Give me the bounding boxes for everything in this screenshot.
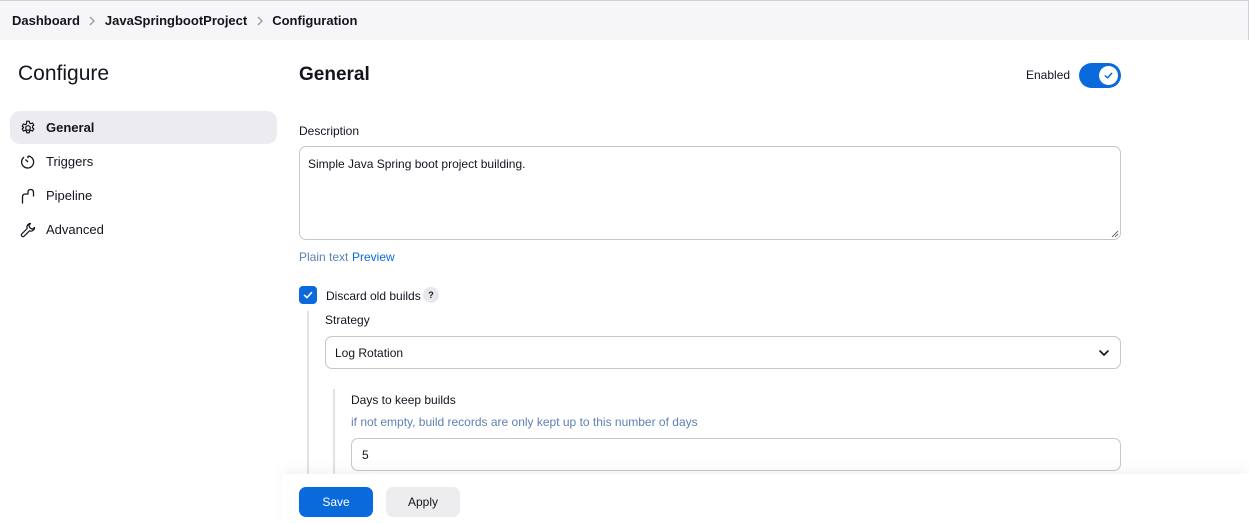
sidebar-item-advanced[interactable]: Advanced (10, 213, 277, 246)
timer-icon (20, 154, 36, 170)
sidebar-item-triggers[interactable]: Triggers (10, 145, 277, 178)
days-to-keep-input[interactable] (351, 438, 1121, 471)
days-to-keep-hint: if not empty, build records are only kep… (351, 415, 698, 429)
gear-icon (20, 120, 36, 136)
sidebar-item-label: Triggers (46, 154, 94, 169)
resize-handle-icon[interactable] (1109, 228, 1119, 238)
strategy-label: Strategy (325, 313, 370, 327)
check-icon (303, 291, 313, 299)
help-icon[interactable]: ? (423, 287, 439, 303)
wrench-icon (20, 222, 36, 238)
days-to-keep-label: Days to keep builds (351, 393, 456, 407)
enabled-label: Enabled (1026, 68, 1071, 82)
description-field[interactable]: Simple Java Spring boot project building… (299, 146, 1121, 240)
sidebar-title: Configure (18, 62, 110, 85)
strategy-value: Log Rotation (335, 345, 404, 360)
plain-text-link[interactable]: Plain text (299, 250, 348, 264)
breadcrumb: Dashboard JavaSpringbootProject Configur… (0, 0, 1249, 40)
strategy-select[interactable]: Log Rotation (325, 336, 1121, 369)
sidebar-item-pipeline[interactable]: Pipeline (10, 179, 277, 212)
chevron-right-icon (80, 16, 105, 26)
nested-section-line (333, 389, 335, 476)
description-label: Description (299, 124, 360, 138)
breadcrumb-project[interactable]: JavaSpringbootProject (105, 13, 247, 28)
sidebar-item-label: Pipeline (46, 188, 93, 203)
check-icon (1099, 66, 1118, 85)
chevron-right-icon (247, 16, 272, 26)
enabled-toggle[interactable] (1079, 63, 1121, 88)
save-button[interactable]: Save (299, 487, 373, 517)
sidebar-item-label: Advanced (46, 222, 104, 237)
sidebar-item-label: General (46, 120, 95, 135)
preview-link[interactable]: Preview (352, 250, 395, 264)
sidebar-item-general[interactable]: General (10, 111, 277, 144)
apply-button[interactable]: Apply (386, 487, 460, 517)
breadcrumb-configuration[interactable]: Configuration (272, 13, 357, 28)
breadcrumb-dashboard[interactable]: Dashboard (12, 13, 80, 28)
discard-old-builds-label: Discard old builds (326, 289, 421, 303)
discard-old-builds-checkbox[interactable] (299, 286, 317, 304)
nested-section-line (307, 311, 309, 476)
chevron-down-icon (1099, 350, 1109, 356)
section-title: General (299, 64, 370, 85)
pipeline-icon (20, 188, 36, 204)
